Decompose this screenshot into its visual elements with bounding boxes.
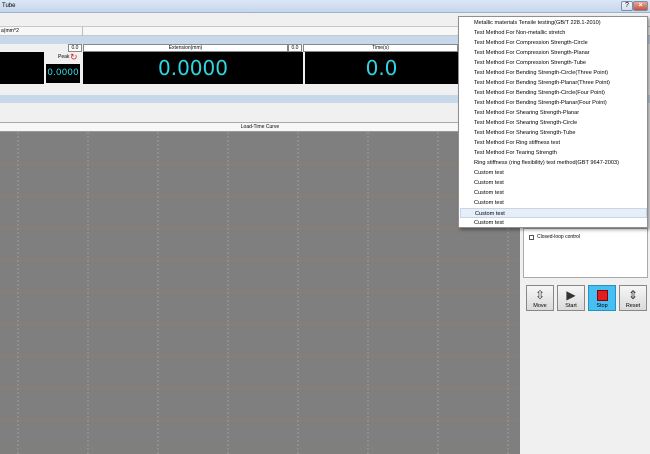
closed-loop-checkbox[interactable]: [529, 235, 534, 240]
test-method-menu: Metallic materials Tensile testing(GB/T …: [458, 16, 648, 228]
move-arrows-icon: ⇳: [534, 288, 546, 302]
menu-item[interactable]: Custom test: [460, 178, 647, 188]
control-options: Closed-loop control: [523, 228, 648, 278]
reset-arrows-icon: ⇕: [627, 288, 639, 302]
extension-small-value: 0.0: [288, 44, 302, 52]
menu-item[interactable]: Custom test: [460, 198, 647, 208]
stop-icon: [596, 290, 608, 301]
menu-item[interactable]: Custom test: [460, 218, 647, 228]
menu-item[interactable]: Metallic materials Tensile testing(GB/T …: [460, 18, 647, 28]
chart-grid: [0, 132, 520, 454]
menu-item[interactable]: Custom test: [460, 188, 647, 198]
peak-label: Peak: [58, 54, 70, 60]
unit-divider: [82, 27, 83, 36]
extension-header: Extension(mm): [83, 44, 288, 52]
menu-item[interactable]: Test Method For Compression Strength-Cir…: [460, 38, 647, 48]
help-button[interactable]: ?: [621, 1, 633, 11]
menu-item[interactable]: Test Method For Bending Strength-Planar(…: [460, 98, 647, 108]
menu-item[interactable]: Test Method For Bending Strength-Circle(…: [460, 68, 647, 78]
stop-button[interactable]: Stop: [588, 285, 616, 311]
close-button[interactable]: ×: [633, 1, 648, 11]
menu-item[interactable]: Test Method For Compression Strength-Pla…: [460, 48, 647, 58]
menu-item[interactable]: Custom test: [460, 208, 647, 218]
chart-title: Load-Time Curve: [0, 123, 520, 132]
menu-item[interactable]: Test Method For Bending Strength-Circle(…: [460, 88, 647, 98]
stop-label: Stop: [596, 303, 608, 309]
x-axis: [0, 448, 520, 454]
menu-item[interactable]: Test Method For Shearing Strength-Tube: [460, 128, 647, 138]
load-time-chart: [0, 132, 520, 454]
toolbar-area: [0, 103, 460, 123]
menu-item[interactable]: Test Method For Shearing Strength-Planar: [460, 108, 647, 118]
play-icon: ▶: [566, 288, 576, 302]
menu-item[interactable]: Test Method For Tearing Strength: [460, 148, 647, 158]
control-buttons: ⇳ Move ▶ Start Stop ⇕ Reset: [526, 285, 650, 312]
move-label: Move: [533, 303, 547, 309]
menu-item[interactable]: Test Method For Compression Strength-Tub…: [460, 58, 647, 68]
menu-item[interactable]: Test Method For Ring stiffness test: [460, 138, 647, 148]
time-header: Time(s): [303, 44, 458, 52]
extension-display: 0.0000: [83, 52, 303, 84]
load-display: [0, 52, 44, 84]
menu-item[interactable]: Custom test: [460, 168, 647, 178]
reset-button[interactable]: ⇕ Reset: [619, 285, 647, 311]
unit-label: a(mm^2: [1, 28, 19, 34]
start-label: Start: [565, 303, 577, 309]
reset-label: Reset: [625, 303, 641, 309]
menu-item[interactable]: Test Method For Non-metallic stretch: [460, 28, 647, 38]
menu-item[interactable]: Test Method For Shearing Strength-Circle: [460, 118, 647, 128]
window-titlebar: Tube ? ×: [0, 0, 650, 13]
control-panel: Closed-loop control ⇳ Move ▶ Start Stop …: [521, 228, 650, 454]
menu-item[interactable]: Test Method For Bending Strength-Planar(…: [460, 78, 647, 88]
refresh-icon[interactable]: ↻: [70, 52, 78, 63]
window-title: Tube: [2, 3, 16, 9]
peak-box: Peak ↻ 0.0000: [45, 52, 81, 84]
time-display: 0.0: [305, 52, 458, 84]
peak-value: 0.0000: [46, 64, 80, 83]
move-button[interactable]: ⇳ Move: [526, 285, 554, 311]
load-small-value: 0.0: [68, 44, 82, 52]
start-button[interactable]: ▶ Start: [557, 285, 585, 311]
menu-item[interactable]: Ring stiffness (ring flexibility) test m…: [460, 158, 647, 168]
closed-loop-label: Closed-loop control: [537, 234, 581, 240]
